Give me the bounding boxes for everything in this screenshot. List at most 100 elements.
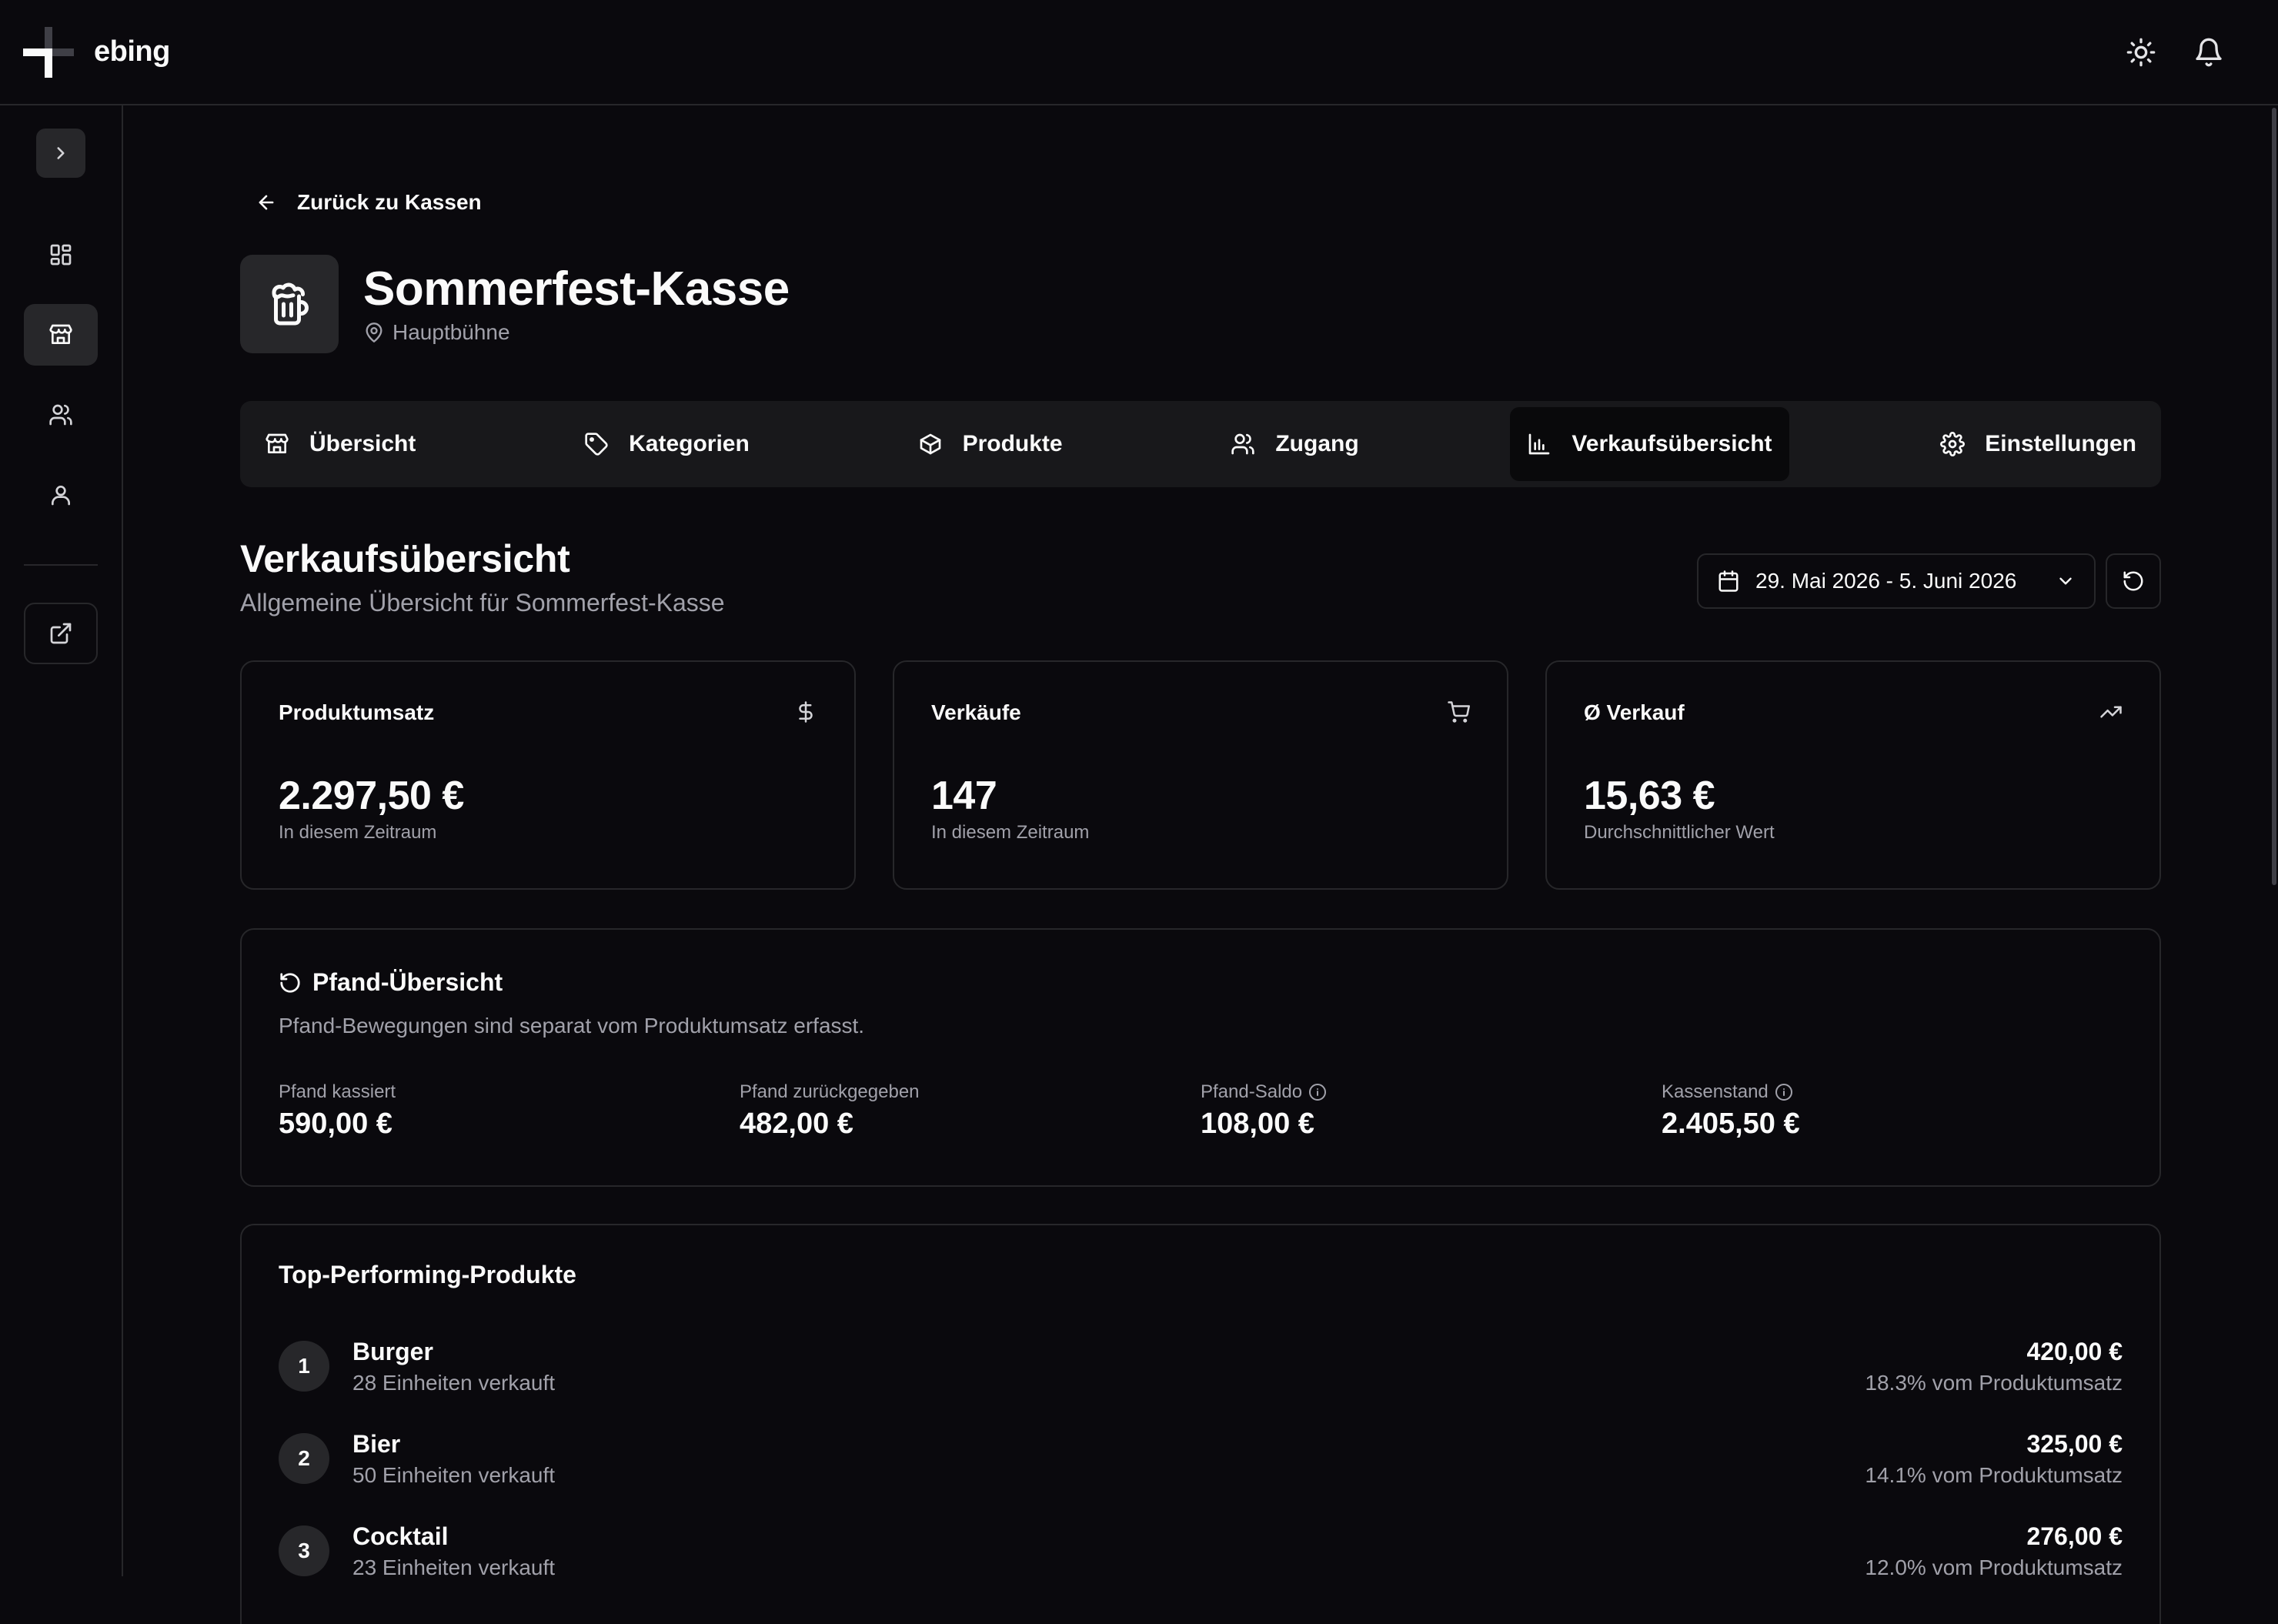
sidebar-divider bbox=[24, 564, 98, 566]
refresh-button[interactable] bbox=[2106, 553, 2161, 609]
stat-label: Ø Verkauf bbox=[1584, 700, 1685, 724]
pfand-kassiert: Pfand kassiert 590,00 € bbox=[279, 1081, 740, 1141]
package-icon bbox=[920, 433, 940, 455]
stat-note: In diesem Zeitraum bbox=[279, 822, 437, 843]
list-item[interactable]: 2 Bier 50 Einheiten verkauft 325,00 € 14… bbox=[279, 1412, 2123, 1505]
section-title: Verkaufsübersicht bbox=[240, 537, 570, 580]
store-icon bbox=[266, 433, 289, 453]
trending-up-icon bbox=[2100, 706, 2122, 718]
tag-icon bbox=[585, 433, 608, 456]
product-name: Burger bbox=[352, 1337, 433, 1365]
sidebar-item-users[interactable] bbox=[24, 384, 98, 446]
location-label: Hauptbühne bbox=[392, 320, 510, 345]
tab-label: Kategorien bbox=[629, 431, 750, 456]
kasse-header: Sommerfest-Kasse Hauptbühne bbox=[240, 255, 790, 353]
store-icon bbox=[49, 324, 72, 344]
brand-logo-icon bbox=[23, 26, 74, 78]
tab-kategorien[interactable]: Kategorien bbox=[567, 407, 767, 481]
stat-card-durchschnitt: Ø Verkauf 15,63 € Durchschnittlicher Wer… bbox=[1545, 660, 2161, 890]
date-range-label: 29. Mai 2026 - 5. Juni 2026 bbox=[1755, 569, 2017, 593]
cart-icon bbox=[1448, 701, 1470, 723]
sidebar bbox=[0, 105, 123, 1576]
tab-label: Einstellungen bbox=[1985, 431, 2136, 456]
rank-badge: 2 bbox=[279, 1433, 329, 1484]
refresh-icon bbox=[2123, 571, 2143, 591]
pfand-value: 482,00 € bbox=[740, 1108, 853, 1140]
scrollbar-thumb[interactable] bbox=[2272, 108, 2276, 885]
stat-value: 15,63 € bbox=[1584, 774, 1715, 818]
pfand-title: Pfand-Übersicht bbox=[312, 968, 503, 996]
stat-card-produktumsatz: Produktumsatz 2.297,50 € In diesem Zeitr… bbox=[240, 660, 856, 890]
product-amount: 420,00 € bbox=[2026, 1337, 2123, 1365]
pfand-overview-card: Pfand-Übersicht Pfand-Bewegungen sind se… bbox=[240, 928, 2161, 1187]
map-pin-icon bbox=[366, 322, 382, 343]
date-range-picker[interactable]: 29. Mai 2026 - 5. Juni 2026 bbox=[1697, 553, 2096, 609]
top-products-title: Top-Performing-Produkte bbox=[279, 1261, 576, 1288]
dashboard-icon bbox=[50, 244, 72, 266]
top-products-card: Top-Performing-Produkte 1 Burger 28 Einh… bbox=[240, 1224, 2161, 1624]
pfand-value: 590,00 € bbox=[279, 1108, 392, 1140]
users-icon bbox=[1231, 433, 1255, 455]
tab-einstellungen[interactable]: Einstellungen bbox=[1923, 407, 2153, 481]
back-link-label: Zurück zu Kassen bbox=[297, 190, 482, 214]
product-share: 18.3% vom Produktumsatz bbox=[1865, 1370, 2123, 1395]
stat-label: Verkäufe bbox=[931, 700, 1021, 724]
pfand-zurueckgegeben: Pfand zurückgegeben 482,00 € bbox=[740, 1081, 1201, 1141]
stat-value: 147 bbox=[931, 774, 997, 818]
kasse-location: Hauptbühne bbox=[363, 320, 790, 345]
back-to-kassen-link[interactable]: Zurück zu Kassen bbox=[256, 190, 482, 215]
top-products-list: 1 Burger 28 Einheiten verkauft 420,00 € … bbox=[279, 1320, 2123, 1597]
beer-mug-icon bbox=[272, 282, 309, 326]
external-link-icon bbox=[50, 623, 72, 644]
pfand-value: 108,00 € bbox=[1201, 1108, 1314, 1140]
list-item[interactable]: 3 Cocktail 23 Einheiten verkauft 276,00 … bbox=[279, 1505, 2123, 1597]
users-icon bbox=[49, 404, 72, 426]
pfand-label: Pfand-Saldo bbox=[1201, 1081, 1303, 1102]
stat-note: In diesem Zeitraum bbox=[931, 822, 1090, 843]
info-icon[interactable] bbox=[1308, 1083, 1327, 1101]
notifications-button[interactable] bbox=[2193, 37, 2224, 68]
sun-icon bbox=[2126, 38, 2156, 66]
pfand-label: Pfand zurückgegeben bbox=[740, 1081, 920, 1102]
app-name: ebing bbox=[94, 35, 170, 68]
stat-value: 2.297,50 € bbox=[279, 774, 464, 818]
section-subtitle: Allgemeine Übersicht für Sommerfest-Kass… bbox=[240, 589, 725, 617]
bar-chart-icon bbox=[1529, 433, 1550, 455]
product-name: Cocktail bbox=[352, 1522, 449, 1550]
tab-verkaufsuebersicht[interactable]: Verkaufsübersicht bbox=[1510, 407, 1789, 481]
arrow-left-icon bbox=[259, 195, 274, 210]
stat-label: Produktumsatz bbox=[279, 700, 435, 724]
rank-badge: 3 bbox=[279, 1525, 329, 1576]
top-bar: ebing bbox=[0, 0, 2278, 105]
sidebar-external-link[interactable] bbox=[24, 603, 98, 664]
pfand-kassenstand: Kassenstand 2.405,50 € bbox=[1662, 1081, 2123, 1141]
list-item[interactable]: 1 Burger 28 Einheiten verkauft 420,00 € … bbox=[279, 1320, 2123, 1412]
kasse-avatar bbox=[240, 255, 339, 353]
refresh-icon bbox=[280, 972, 300, 993]
tab-label: Verkaufsübersicht bbox=[1572, 431, 1772, 456]
sidebar-item-kassen[interactable] bbox=[24, 304, 98, 366]
pfand-saldo: Pfand-Saldo 108,00 € bbox=[1201, 1081, 1662, 1141]
sidebar-expand-button[interactable] bbox=[36, 129, 85, 178]
tab-produkte[interactable]: Produkte bbox=[901, 407, 1080, 481]
product-share: 14.1% vom Produktumsatz bbox=[1865, 1462, 2123, 1487]
brand[interactable]: ebing bbox=[23, 26, 170, 78]
tab-uebersicht[interactable]: Übersicht bbox=[248, 407, 433, 481]
sidebar-item-dashboard[interactable] bbox=[24, 224, 98, 286]
sidebar-item-profile[interactable] bbox=[24, 464, 98, 526]
stat-note: Durchschnittlicher Wert bbox=[1584, 822, 1775, 843]
pfand-value: 2.405,50 € bbox=[1662, 1108, 1800, 1140]
calendar-icon bbox=[1719, 570, 1739, 592]
page-title: Sommerfest-Kasse bbox=[363, 262, 790, 316]
stat-card-verkaeufe: Verkäufe 147 In diesem Zeitraum bbox=[893, 660, 1508, 890]
tab-label: Zugang bbox=[1275, 431, 1359, 456]
chevron-down-icon bbox=[2059, 577, 2072, 585]
pfand-label: Kassenstand bbox=[1662, 1081, 1769, 1102]
info-icon[interactable] bbox=[1775, 1083, 1793, 1101]
product-units: 28 Einheiten verkauft bbox=[352, 1370, 556, 1395]
theme-toggle-button[interactable] bbox=[2126, 37, 2156, 68]
tab-label: Produkte bbox=[962, 431, 1063, 456]
dollar-icon bbox=[799, 701, 813, 723]
kasse-tabs: Übersicht Kategorien Produkte Zugang Ver… bbox=[240, 401, 2161, 487]
tab-zugang[interactable]: Zugang bbox=[1214, 407, 1375, 481]
